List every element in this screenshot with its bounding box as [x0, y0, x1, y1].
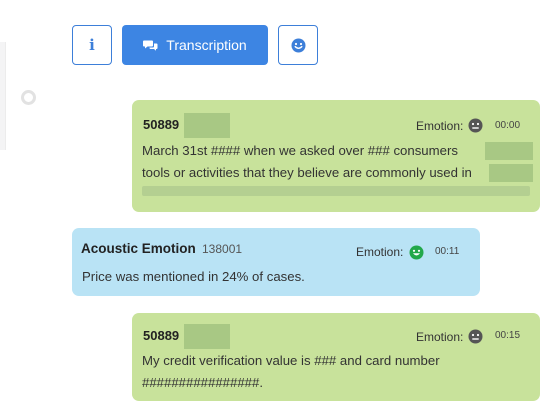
timeline-marker: [21, 90, 36, 105]
redacted-block: [184, 113, 230, 138]
emotion-button[interactable]: [278, 25, 318, 65]
message-text: My credit verification value is ### and …: [142, 350, 522, 394]
happy-face-icon: [409, 245, 424, 260]
chat-bubbles-icon: [143, 40, 158, 51]
message-bubble-agent: 50889 Emotion: 00:00 March 31st #### whe…: [132, 100, 540, 212]
message-line: tools or activities that they believe ar…: [142, 165, 472, 180]
emotion-label: Emotion:: [356, 245, 404, 259]
transcription-button[interactable]: Transcription: [122, 25, 268, 65]
smiley-icon: [291, 38, 305, 52]
redacted-line: [142, 186, 530, 196]
message-line: ################.: [142, 375, 264, 390]
timestamp: 00:00: [495, 120, 521, 131]
message-line: My credit verification value is ### and …: [142, 353, 440, 368]
info-icon: i: [89, 36, 95, 54]
timestamp: 00:15: [495, 330, 521, 341]
emotion-label: Emotion:: [416, 330, 464, 344]
speaker-name: Acoustic Emotion: [81, 241, 196, 256]
side-panel-edge: [0, 42, 6, 150]
neutral-face-icon: [468, 329, 483, 344]
message-bubble-agent: 50889 Emotion: 00:15 My credit verificat…: [132, 313, 540, 401]
redacted-block: [489, 164, 533, 182]
emotion-label: Emotion:: [416, 119, 464, 133]
message-line: March 31st #### when we asked over ### c…: [142, 143, 458, 158]
speaker-id: 138001: [202, 242, 243, 256]
redacted-block: [485, 142, 533, 160]
speaker-id: 50889: [143, 328, 180, 343]
redacted-block: [184, 324, 230, 349]
neutral-face-icon: [468, 118, 483, 133]
message-text: Price was mentioned in 24% of cases.: [82, 269, 305, 284]
message-bubble-system: Acoustic Emotion 138001 Emotion: 00:11 P…: [72, 228, 480, 296]
speaker-id: 50889: [143, 117, 180, 132]
message-text: March 31st #### when we asked over ### c…: [142, 140, 502, 184]
info-button[interactable]: i: [72, 25, 112, 65]
transcription-label: Transcription: [166, 37, 247, 53]
timestamp: 00:11: [435, 246, 460, 257]
